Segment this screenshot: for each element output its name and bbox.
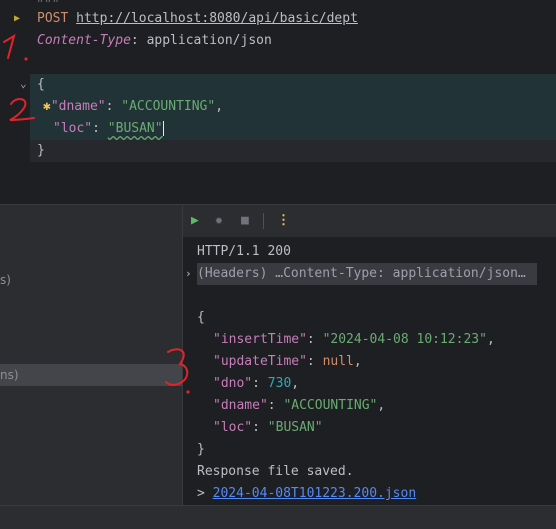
body-loc-key: "loc" [53,121,93,136]
body-dname-value: "ACCOUNTING" [121,99,216,114]
response-file-line: > 2024-04-08T101223.200.json [197,486,417,501]
body-loc-value: "BUSAN" [107,121,163,136]
response-file-link[interactable]: 2024-04-08T101223.200.json [213,486,417,501]
play-icon[interactable]: ▶ [191,213,199,228]
response-dname-line: "dname": "ACCOUNTING", [213,398,386,413]
lightbulb-icon[interactable]: ✱ [43,99,51,114]
response-dno-line: "dno": 730, [213,376,300,391]
run-toolbar: ▶ ✹ ■ ⋮ [183,205,556,237]
stop-icon[interactable]: ■ [241,213,249,228]
body-dname-line: ✱"dname": "ACCOUNTING", [43,99,224,114]
run-tree-list[interactable]: s) ns) [0,205,183,505]
bug-icon[interactable]: ✹ [215,213,223,228]
body-loc-line: "loc": "BUSAN" [53,121,164,136]
run-request-gutter-icon[interactable]: ▶ [14,13,20,24]
body-close-brace: } [37,143,45,158]
response-insertTime-line: "insertTime": "2024-04-08 10:12:23", [213,332,495,347]
request-url[interactable]: http://localhost:8080/api/basic/dept [76,11,358,26]
toolbar-separator [263,213,264,229]
kebab-icon[interactable]: ⋮ [277,213,290,228]
response-open-brace: { [197,310,205,325]
headers-summary[interactable]: (Headers) …Content-Type: application/jso… [197,263,537,285]
status-bar [0,505,556,529]
response-updateTime-line: "updateTime": null, [213,354,362,369]
response-loc-line: "loc": "BUSAN" [213,420,323,435]
header-name: Content-Type [37,33,131,48]
header-line: Content-Type: application/json [37,30,272,52]
response-saved-message: Response file saved. [197,464,354,479]
tree-item-selected[interactable]: ns) [0,364,182,386]
expand-headers-icon[interactable]: › [185,267,192,280]
body-dname-key: "dname" [50,99,106,114]
header-value: application/json [146,33,272,48]
text-caret [162,121,164,136]
editor-bottom-area [0,162,556,205]
fold-chevron-icon[interactable]: ⌄ [20,77,27,90]
current-line-highlight [30,140,556,162]
body-open-brace: { [37,77,45,92]
pen-annotation-3 [165,348,190,394]
tree-item[interactable]: s) [0,269,182,291]
header-colon: : [130,33,147,48]
response-close-brace: } [197,442,205,457]
pen-annotation-2 [9,98,35,121]
request-method: POST [37,11,69,26]
status-line: HTTP/1.1 200 [197,244,291,259]
http-request-editor[interactable]: ### ▶ POST http://localhost:8080/api/bas… [0,0,556,162]
pen-annotation-1 [3,33,28,61]
request-line: POST http://localhost:8080/api/basic/dep… [37,8,358,30]
response-console: HTTP/1.1 200 › (Headers) …Content-Type: … [183,237,556,505]
